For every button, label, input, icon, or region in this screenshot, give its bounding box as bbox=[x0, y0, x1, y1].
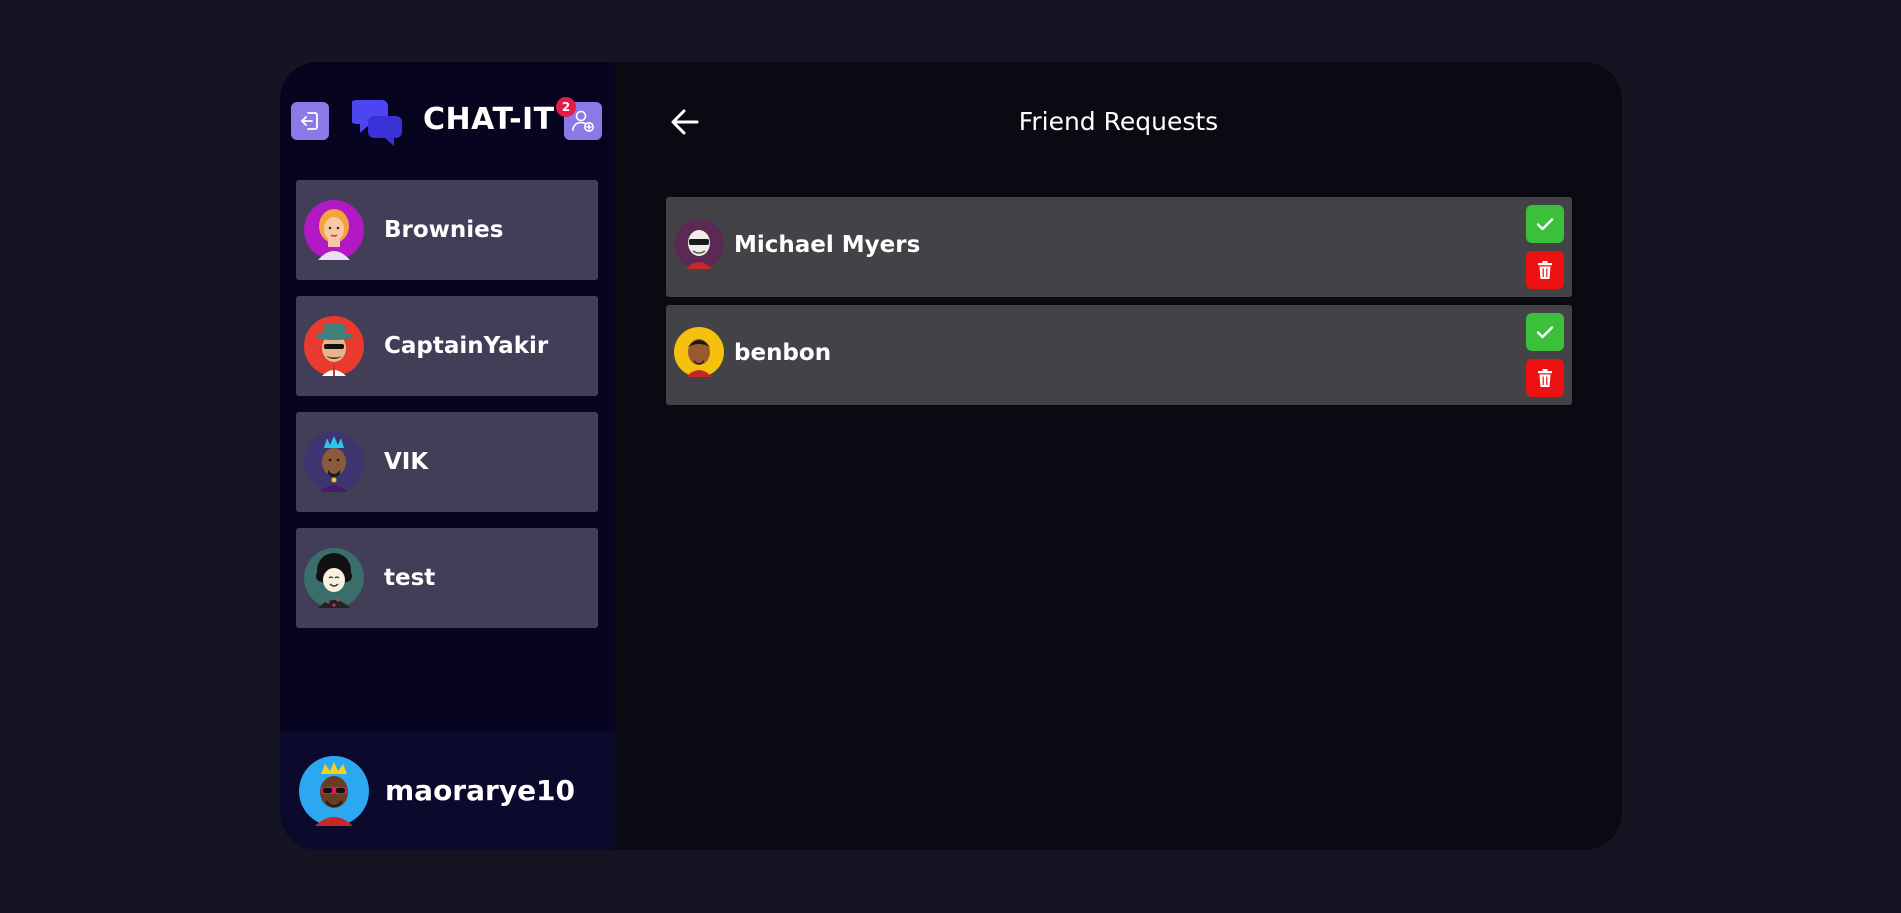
friend-request-item: Michael Myers bbox=[666, 197, 1572, 297]
request-name: Michael Myers bbox=[734, 232, 921, 258]
request-name: benbon bbox=[734, 340, 832, 366]
brand-name: CHAT-IT bbox=[423, 102, 555, 137]
current-user-panel[interactable]: maorarye10 bbox=[280, 732, 615, 850]
avatar bbox=[304, 316, 364, 376]
contact-item[interactable]: VIK bbox=[296, 412, 598, 512]
decline-button[interactable] bbox=[1526, 251, 1564, 289]
contact-name: Brownies bbox=[384, 217, 504, 243]
logout-button[interactable] bbox=[291, 102, 329, 140]
contact-item[interactable]: CaptainYakir bbox=[296, 296, 598, 396]
notification-badge: 2 bbox=[556, 97, 576, 117]
check-icon bbox=[1534, 321, 1556, 343]
contact-name: CaptainYakir bbox=[384, 333, 549, 359]
accept-button[interactable] bbox=[1526, 313, 1564, 351]
accept-button[interactable] bbox=[1526, 205, 1564, 243]
avatar bbox=[304, 432, 364, 492]
chat-logo-icon bbox=[352, 96, 404, 146]
request-list: Michael Myers benbon bbox=[666, 197, 1572, 413]
app-window: CHAT-IT 2 Brownies CaptainYakir VIK test… bbox=[280, 62, 1622, 850]
contact-list: Brownies CaptainYakir VIK test bbox=[296, 180, 598, 644]
avatar bbox=[304, 548, 364, 608]
check-icon bbox=[1534, 213, 1556, 235]
contact-name: test bbox=[384, 565, 436, 591]
contact-item[interactable]: Brownies bbox=[296, 180, 598, 280]
friend-request-item: benbon bbox=[666, 305, 1572, 405]
trash-icon bbox=[1536, 368, 1554, 388]
avatar bbox=[304, 200, 364, 260]
trash-icon bbox=[1536, 260, 1554, 280]
sidebar-header: CHAT-IT 2 bbox=[280, 62, 615, 182]
contact-item[interactable]: test bbox=[296, 528, 598, 628]
friend-requests-panel: Friend Requests Michael Myers benbon bbox=[615, 62, 1622, 850]
logout-icon bbox=[298, 109, 322, 133]
avatar bbox=[674, 219, 724, 269]
sidebar: CHAT-IT 2 Brownies CaptainYakir VIK test… bbox=[280, 62, 615, 850]
contact-name: VIK bbox=[384, 449, 429, 475]
page-title: Friend Requests bbox=[1018, 107, 1219, 136]
avatar bbox=[674, 327, 724, 377]
avatar bbox=[299, 756, 369, 826]
current-user-name: maorarye10 bbox=[385, 774, 576, 807]
decline-button[interactable] bbox=[1526, 359, 1564, 397]
